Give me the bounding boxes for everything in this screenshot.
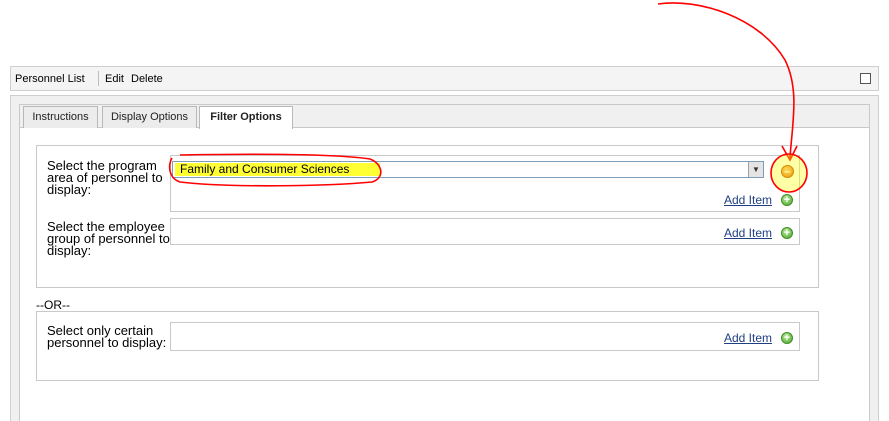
annotation-arrow — [657, 2, 795, 159]
annotation-icon-circle — [770, 153, 808, 193]
annotation-highlight-circle — [168, 153, 382, 187]
annotation-overlay — [168, 2, 808, 193]
